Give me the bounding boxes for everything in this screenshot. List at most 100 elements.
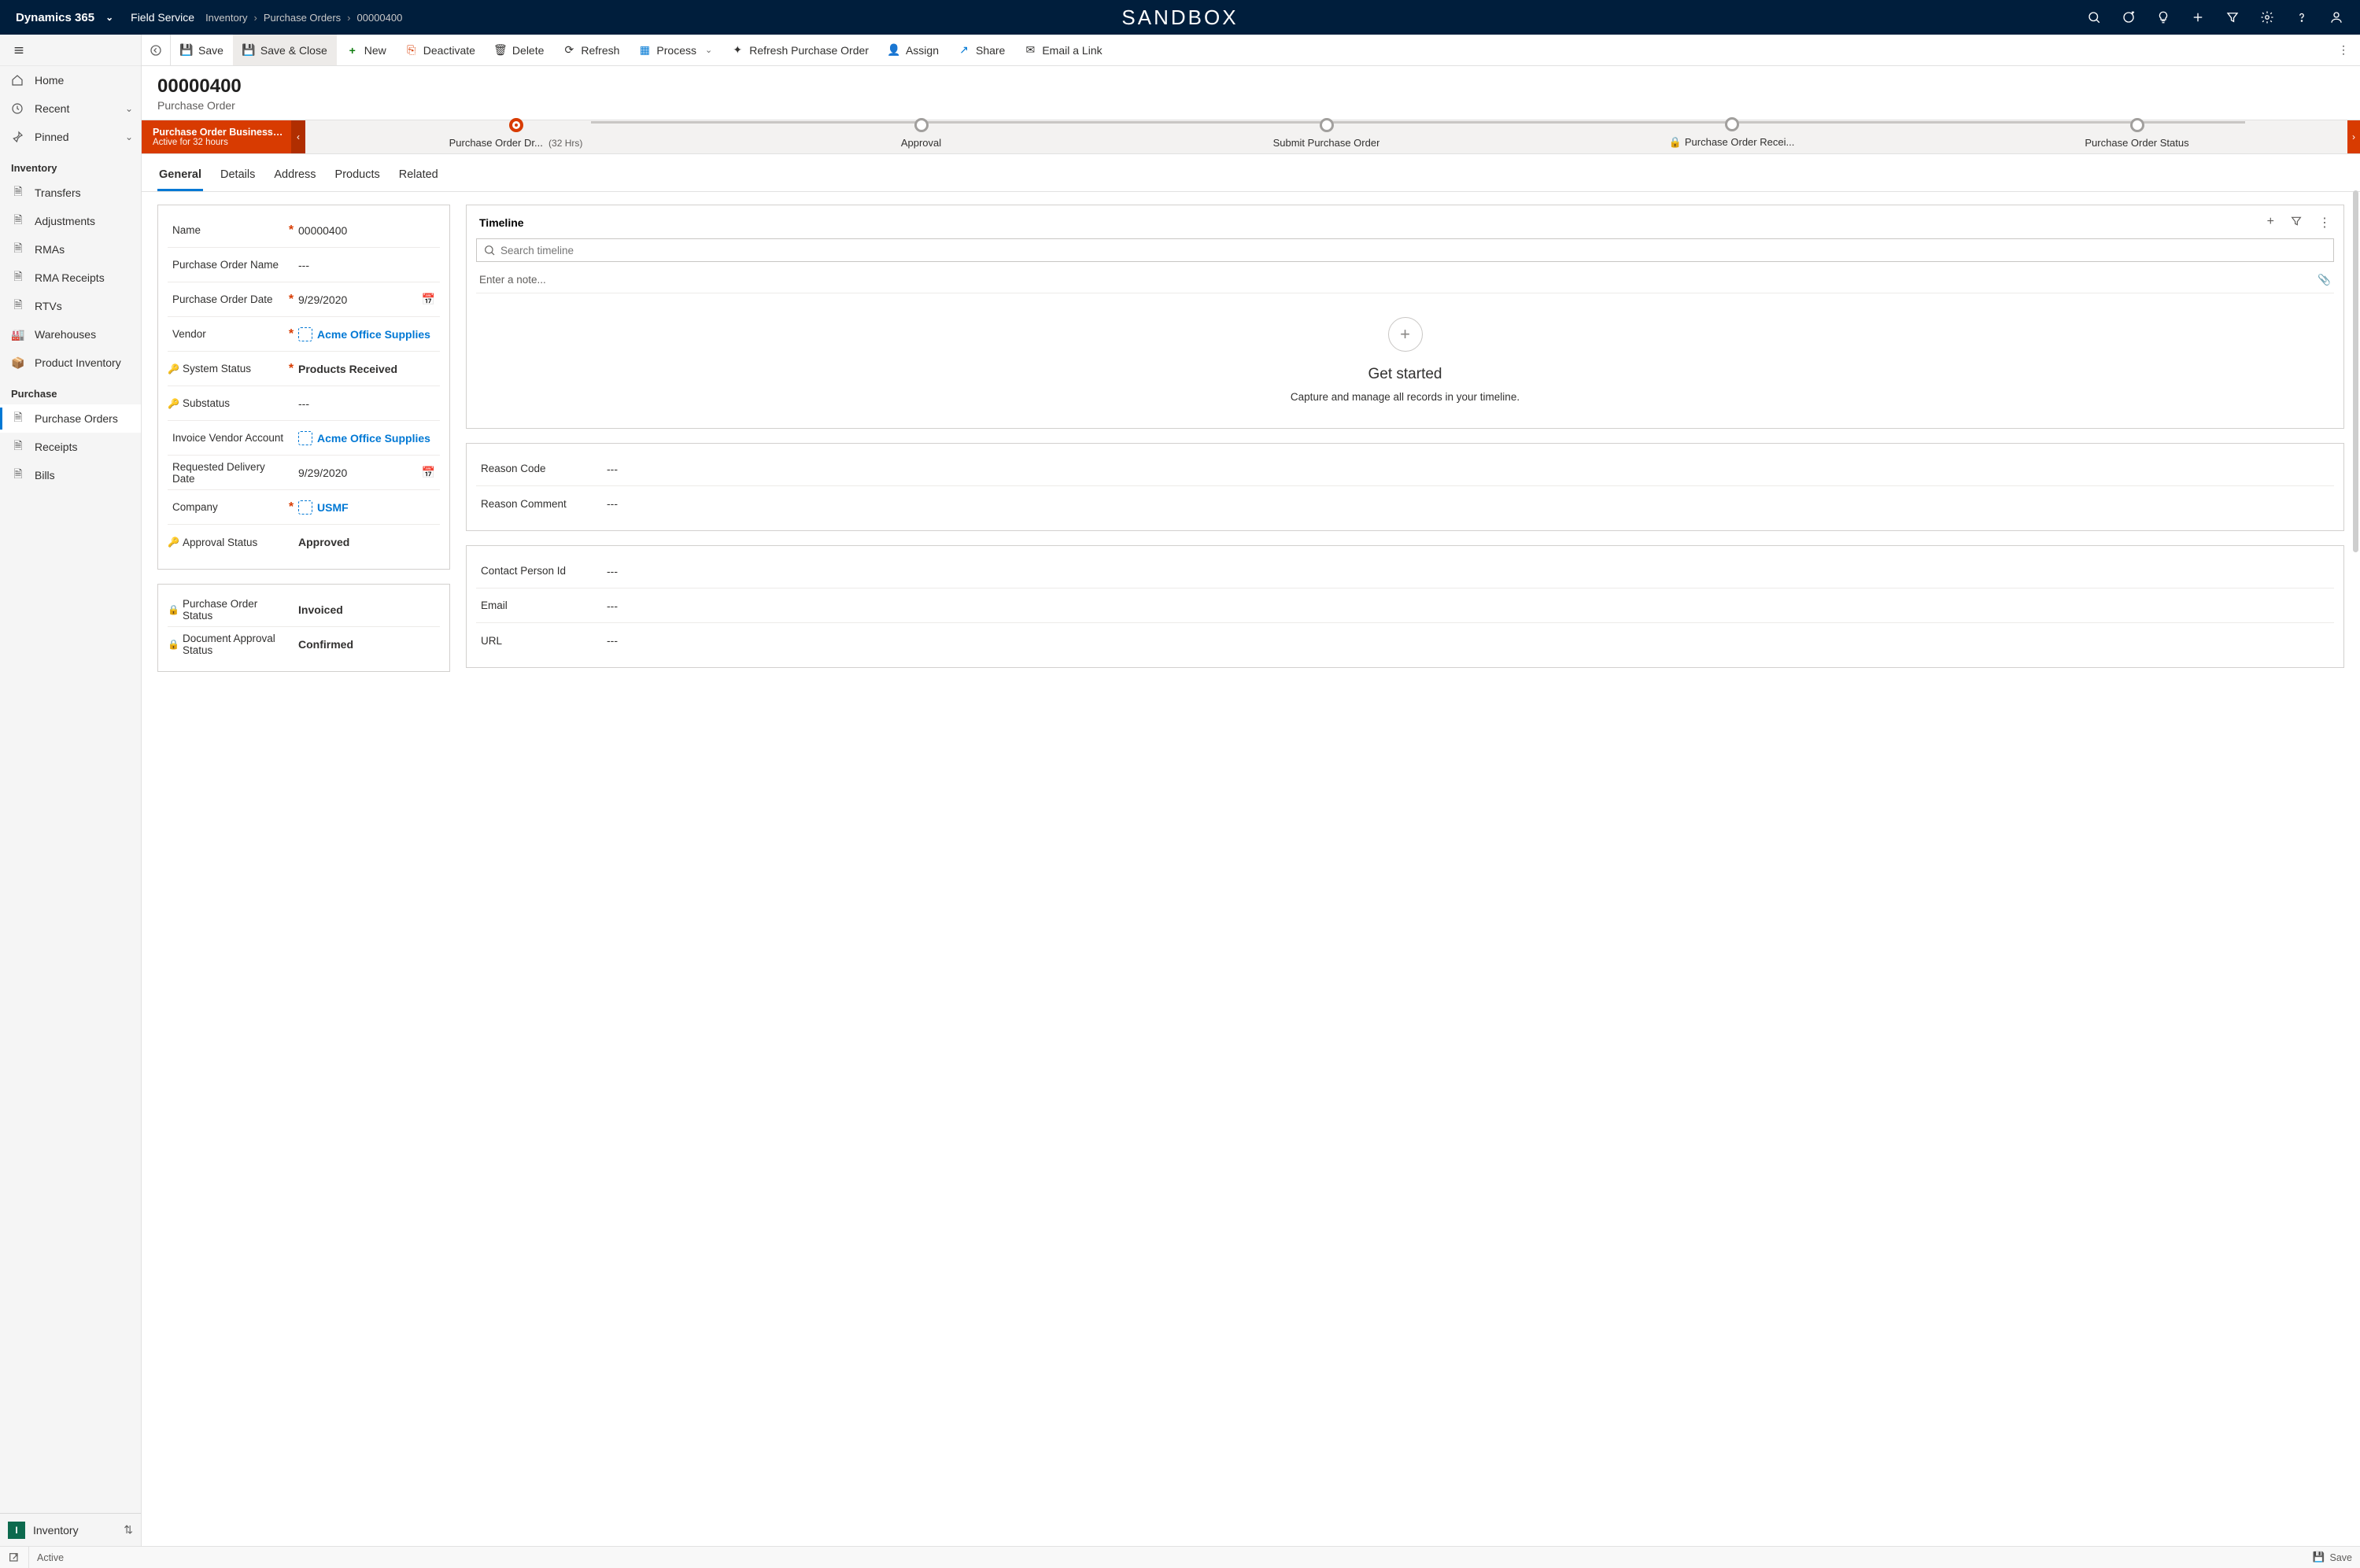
nav-adjustments[interactable]: 🗎Adjustments bbox=[0, 207, 141, 235]
field-value[interactable]: --- bbox=[605, 497, 2334, 510]
area-switcher[interactable]: I Inventory ⇅ bbox=[0, 1513, 141, 1546]
filter-icon[interactable] bbox=[2225, 9, 2240, 25]
nav-purchase-orders[interactable]: 🗎Purchase Orders bbox=[0, 404, 141, 433]
calendar-icon[interactable]: 📅 bbox=[422, 466, 435, 479]
field-company[interactable]: Company * USMF bbox=[168, 490, 440, 525]
field-po-date[interactable]: Purchase Order Date * 9/29/2020📅 bbox=[168, 282, 440, 317]
field-substatus[interactable]: 🔑Substatus --- bbox=[168, 386, 440, 421]
field-value[interactable]: Approved bbox=[297, 536, 440, 548]
target-icon[interactable] bbox=[2121, 9, 2137, 25]
bpf-stage-submit[interactable]: Submit Purchase Order bbox=[1124, 126, 1529, 149]
timeline-add-button[interactable]: + bbox=[2267, 215, 2274, 231]
more-commands-button[interactable]: ⋮ bbox=[2327, 35, 2360, 65]
footer-save-button[interactable]: 💾Save bbox=[2305, 1547, 2360, 1568]
bpf-stage-status[interactable]: Purchase Order Status bbox=[1934, 126, 2340, 149]
tab-details[interactable]: Details bbox=[219, 164, 257, 191]
field-value[interactable]: 9/29/2020📅 bbox=[297, 293, 440, 306]
bpf-stage-receipt[interactable]: 🔒Purchase Order Recei... bbox=[1529, 125, 1934, 149]
calendar-icon[interactable]: 📅 bbox=[422, 293, 435, 306]
tab-general[interactable]: General bbox=[157, 164, 203, 191]
timeline-filter-button[interactable] bbox=[2290, 215, 2303, 231]
sitemap-collapse-button[interactable] bbox=[0, 35, 141, 66]
nav-home[interactable]: Home bbox=[0, 66, 141, 94]
field-value[interactable]: 00000400 bbox=[297, 224, 440, 237]
tab-related[interactable]: Related bbox=[397, 164, 440, 191]
field-contact-person[interactable]: Contact Person Id --- bbox=[476, 554, 2334, 588]
field-vendor[interactable]: Vendor * Acme Office Supplies bbox=[168, 317, 440, 352]
field-reason-comment[interactable]: Reason Comment --- bbox=[476, 486, 2334, 521]
bpf-collapse-button[interactable]: ‹ bbox=[291, 120, 305, 153]
popout-button[interactable] bbox=[0, 1547, 28, 1568]
save-close-button[interactable]: 💾Save & Close bbox=[233, 35, 337, 65]
nav-bills[interactable]: 🗎Bills bbox=[0, 461, 141, 489]
attachment-icon[interactable]: 📎 bbox=[2318, 274, 2331, 286]
process-button[interactable]: ▦Process⌄ bbox=[629, 35, 722, 65]
refresh-po-button[interactable]: ✦Refresh Purchase Order bbox=[722, 35, 878, 65]
help-icon[interactable] bbox=[2294, 9, 2310, 25]
field-system-status[interactable]: 🔑System Status * Products Received bbox=[168, 352, 440, 386]
field-url[interactable]: URL --- bbox=[476, 623, 2334, 658]
field-value[interactable]: --- bbox=[605, 634, 2334, 647]
nav-warehouses[interactable]: 🏭Warehouses bbox=[0, 320, 141, 349]
nav-recent[interactable]: Recent ⌄ bbox=[0, 94, 141, 123]
field-po-name[interactable]: Purchase Order Name --- bbox=[168, 248, 440, 282]
new-button[interactable]: +New bbox=[337, 35, 396, 65]
field-value[interactable]: 9/29/2020📅 bbox=[297, 466, 440, 479]
nav-product-inventory[interactable]: 📦Product Inventory bbox=[0, 349, 141, 377]
scrollbar-thumb[interactable] bbox=[2353, 190, 2358, 552]
nav-pinned[interactable]: Pinned ⌄ bbox=[0, 123, 141, 151]
status-active[interactable]: Active bbox=[28, 1547, 72, 1568]
field-value[interactable]: --- bbox=[605, 463, 2334, 475]
plus-icon[interactable] bbox=[2190, 9, 2206, 25]
deactivate-button[interactable]: ⎘Deactivate bbox=[396, 35, 485, 65]
field-value[interactable]: Products Received bbox=[297, 363, 440, 375]
nav-receipts[interactable]: 🗎Receipts bbox=[0, 433, 141, 461]
email-link-button[interactable]: ✉Email a Link bbox=[1014, 35, 1111, 65]
field-value[interactable]: --- bbox=[297, 397, 440, 410]
breadcrumb-level-3[interactable]: 00000400 bbox=[357, 12, 403, 24]
field-approval-status[interactable]: 🔑Approval Status Approved bbox=[168, 525, 440, 559]
invoice-vendor-link[interactable]: Acme Office Supplies bbox=[297, 431, 440, 445]
go-back-button[interactable] bbox=[142, 35, 171, 65]
user-icon[interactable] bbox=[2329, 9, 2344, 25]
search-icon[interactable] bbox=[2086, 9, 2102, 25]
tab-products[interactable]: Products bbox=[334, 164, 382, 191]
company-link[interactable]: USMF bbox=[297, 500, 440, 515]
delete-button[interactable]: 🗑Delete bbox=[485, 35, 553, 65]
tab-address[interactable]: Address bbox=[272, 164, 317, 191]
nav-rmas[interactable]: 🗎RMAs bbox=[0, 235, 141, 264]
app-name[interactable]: Field Service bbox=[120, 11, 205, 24]
nav-rtvs[interactable]: 🗎RTVs bbox=[0, 292, 141, 320]
field-email[interactable]: Email --- bbox=[476, 588, 2334, 623]
timeline-note-input[interactable]: Enter a note... 📎 bbox=[476, 267, 2334, 293]
save-button[interactable]: 💾Save bbox=[171, 35, 233, 65]
nav-rma-receipts[interactable]: 🗎RMA Receipts bbox=[0, 264, 141, 292]
bpf-header[interactable]: Purchase Order Business ... Active for 3… bbox=[142, 120, 291, 153]
vendor-link[interactable]: Acme Office Supplies bbox=[297, 327, 440, 341]
chevron-down-icon[interactable]: ⌄ bbox=[125, 131, 133, 142]
field-invoice-vendor[interactable]: Invoice Vendor Account Acme Office Suppl… bbox=[168, 421, 440, 456]
breadcrumb-level-1[interactable]: Inventory bbox=[205, 12, 247, 24]
chevron-down-icon[interactable]: ⌄ bbox=[125, 103, 133, 114]
field-value[interactable]: --- bbox=[297, 259, 440, 271]
field-value[interactable]: --- bbox=[605, 600, 2334, 612]
lightbulb-icon[interactable] bbox=[2155, 9, 2171, 25]
bpf-stage-approval[interactable]: Approval bbox=[718, 126, 1124, 149]
field-requested-delivery[interactable]: Requested Delivery Date 9/29/2020📅 bbox=[168, 456, 440, 490]
field-value[interactable]: --- bbox=[605, 565, 2334, 577]
assign-button[interactable]: 👤Assign bbox=[878, 35, 948, 65]
breadcrumb-level-2[interactable]: Purchase Orders bbox=[264, 12, 341, 24]
field-name[interactable]: Name * 00000400 bbox=[168, 213, 440, 248]
field-reason-code[interactable]: Reason Code --- bbox=[476, 452, 2334, 486]
bpf-stage-draft[interactable]: Purchase Order Dr... (32 Hrs) bbox=[313, 126, 718, 149]
brand-switcher[interactable]: Dynamics 365 ⌄ bbox=[9, 11, 120, 24]
timeline-more-button[interactable]: ⋮ bbox=[2318, 215, 2331, 231]
timeline-search[interactable] bbox=[476, 238, 2334, 262]
share-button[interactable]: ↗Share bbox=[948, 35, 1014, 65]
gear-icon[interactable] bbox=[2259, 9, 2275, 25]
scrollbar[interactable] bbox=[2351, 65, 2360, 1546]
nav-transfers[interactable]: 🗎Transfers bbox=[0, 179, 141, 207]
refresh-button[interactable]: ⟳Refresh bbox=[553, 35, 629, 65]
empty-plus-icon[interactable]: + bbox=[1388, 317, 1423, 352]
timeline-search-input[interactable] bbox=[500, 245, 2327, 256]
